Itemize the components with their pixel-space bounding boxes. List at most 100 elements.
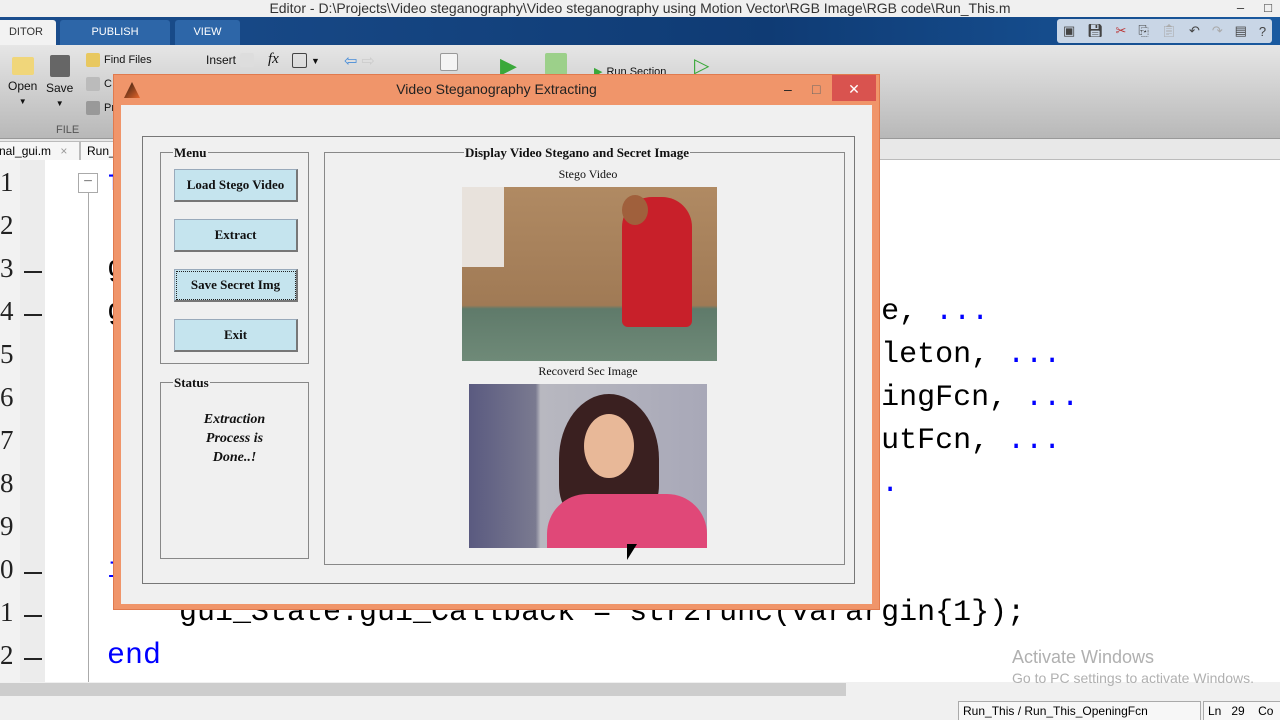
redo-icon[interactable]: ↷ — [1212, 23, 1223, 39]
current-function: Run_This / Run_This_OpeningFcn — [958, 701, 1201, 720]
help-icon[interactable]: ? — [1259, 24, 1266, 39]
file-tab[interactable]: nal_gui.m × — [0, 141, 80, 160]
executable-line-marker — [24, 314, 42, 316]
tab-editor[interactable]: DITOR — [0, 20, 56, 45]
line-number: 5 — [0, 339, 14, 369]
matlab-logo-icon — [124, 82, 140, 98]
undo-icon[interactable]: ↶ — [1189, 23, 1200, 39]
forward-icon[interactable]: ⇨ — [361, 51, 374, 71]
line-number: 0 — [0, 554, 14, 584]
fold-toggle-icon[interactable]: − — [78, 173, 98, 193]
paste-icon[interactable]: 📋︎ — [1161, 23, 1178, 39]
insert-icon — [240, 53, 255, 67]
copy-icon[interactable]: ⎘ — [1138, 23, 1148, 39]
status-bar: Run_This / Run_This_OpeningFcn Ln 29 Co — [0, 697, 1280, 720]
dialog-minimize-button[interactable]: – — [784, 75, 792, 104]
window-title: Editor - D:\Projects\Video steganography… — [269, 0, 1011, 16]
compare-icon — [86, 77, 100, 91]
activate-windows-watermark: Activate Windows Go to PC settings to ac… — [1012, 647, 1254, 686]
line-continuation: ... — [1025, 381, 1080, 415]
display-panel: Display Video Stegano and Secret Image S… — [324, 145, 845, 565]
run-advance-icon — [545, 53, 567, 75]
line-number: 4 — [0, 296, 14, 326]
mouse-cursor-icon — [627, 544, 637, 560]
status-panel: Status Extraction Process is Done..! — [160, 375, 309, 559]
tab-view[interactable]: VIEW — [175, 20, 240, 45]
back-icon[interactable]: ⇦ — [344, 51, 357, 71]
status-panel-title: Status — [173, 375, 210, 391]
recovered-image-label: Recoverd Sec Image — [538, 364, 638, 378]
window-icon[interactable]: ▤ — [1235, 23, 1247, 39]
exit-button[interactable]: Exit — [174, 319, 298, 352]
dialog-title: Video Steganography Extracting — [396, 81, 597, 97]
portrait-face-image — [584, 414, 634, 478]
minimize-button[interactable]: – — [1237, 0, 1244, 15]
close-tab-icon[interactable]: × — [60, 144, 67, 158]
save-secret-img-button[interactable]: Save Secret Img — [174, 269, 298, 302]
code-line[interactable]: end — [107, 639, 161, 673]
compare-button[interactable]: C — [86, 77, 112, 91]
video-head-image — [622, 195, 648, 225]
outer-panel: Menu Load Stego Video Extract Save Secre… — [142, 136, 855, 584]
dialog-close-button[interactable]: ✕ — [832, 75, 876, 101]
line-number: 1 — [0, 597, 14, 627]
breakpoints-button[interactable] — [440, 53, 458, 71]
line-continuation: ... — [1007, 424, 1062, 458]
status-message: Extraction Process is Done..! — [203, 412, 266, 465]
dialog-client: Menu Load Stego Video Extract Save Secre… — [121, 105, 872, 604]
executable-line-marker — [24, 271, 42, 273]
maximize-button[interactable]: □ — [1264, 0, 1272, 15]
code-keyword: end — [107, 639, 162, 673]
print-button[interactable]: Pr — [86, 101, 115, 115]
scrollbar-thumb[interactable] — [0, 683, 846, 696]
load-stego-video-button[interactable]: Load Stego Video — [174, 169, 298, 202]
dialog-titlebar[interactable]: Video Steganography Extracting – □ ✕ — [114, 75, 879, 105]
gutter — [20, 160, 45, 682]
executable-line-marker — [24, 572, 42, 574]
line-number: 7 — [0, 425, 14, 455]
cut-icon[interactable]: ✂ — [1116, 23, 1127, 39]
chevron-down-icon: ▼ — [55, 99, 64, 108]
line-number: 1 — [0, 167, 14, 197]
menu-panel: Menu Load Stego Video Extract Save Secre… — [160, 145, 309, 364]
breakpoints-icon — [440, 53, 458, 71]
find-files-icon — [86, 53, 100, 67]
line-number: 6 — [0, 382, 14, 412]
cursor-position: Ln 29 Co — [1203, 701, 1280, 720]
extracting-dialog: Video Steganography Extracting – □ ✕ Men… — [113, 74, 880, 610]
line-number: 8 — [0, 468, 14, 498]
quick-access-toolbar: ▣ 💾︎ ✂ ⎘ 📋︎ ↶ ↷ ▤ ? — [1057, 19, 1272, 43]
open-button[interactable]: Open ▼ — [8, 57, 37, 106]
display-panel-title: Display Video Stegano and Secret Image — [464, 145, 691, 161]
save-icon — [49, 55, 70, 77]
file-group-label: FILE — [56, 124, 80, 136]
find-files-button[interactable]: Find Files — [86, 53, 152, 67]
save-button[interactable]: Save ▼ — [46, 55, 73, 108]
fold-line — [88, 193, 89, 682]
dialog-maximize-button[interactable]: □ — [812, 75, 820, 104]
menu-panel-title: Menu — [173, 145, 208, 161]
run-advance-button[interactable] — [545, 53, 567, 75]
new-icon[interactable]: ▣ — [1063, 23, 1075, 39]
portrait-shirt-image — [547, 494, 707, 548]
line-continuation: ... — [1007, 338, 1062, 372]
stego-video-frame — [462, 187, 717, 361]
folder-icon — [11, 57, 34, 75]
executable-line-marker — [24, 615, 42, 617]
fx-button[interactable]: fx — [268, 51, 279, 68]
chevron-down-icon: ▼ — [311, 55, 320, 66]
extract-button[interactable]: Extract — [174, 219, 298, 252]
line-number: 3 — [0, 253, 14, 283]
fi-button[interactable]: ▼ — [292, 53, 320, 68]
executable-line-marker — [24, 658, 42, 660]
line-number: 2 — [0, 640, 14, 670]
navigate-buttons: ⇦ ⇨ — [344, 51, 375, 71]
print-icon — [86, 101, 100, 115]
insert-button[interactable]: Insert — [206, 53, 255, 67]
window-titlebar: Editor - D:\Projects\Video steganography… — [0, 0, 1280, 17]
tab-publish[interactable]: PUBLISH — [60, 20, 170, 45]
line-continuation: ... — [935, 295, 990, 329]
line-number: 9 — [0, 511, 14, 541]
chevron-down-icon: ▼ — [18, 97, 27, 106]
save-icon[interactable]: 💾︎ — [1087, 23, 1104, 39]
